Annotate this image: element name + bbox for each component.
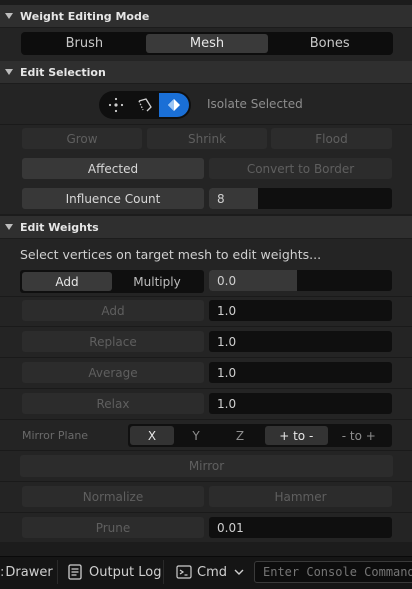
- output-log-button[interactable]: Output Log: [68, 556, 162, 588]
- direction-neg-to-pos[interactable]: - to +: [328, 426, 391, 445]
- relax-value-field[interactable]: 1.0: [209, 393, 392, 414]
- divider: [0, 388, 412, 389]
- section-header-weight-editing-mode[interactable]: Weight Editing Mode: [0, 5, 412, 27]
- grow-button[interactable]: Grow: [22, 128, 142, 149]
- convert-to-border-button[interactable]: Convert to Border: [209, 158, 392, 179]
- axis-x[interactable]: X: [130, 426, 174, 445]
- divider: [163, 560, 164, 584]
- direction-pos-to-neg[interactable]: + to -: [265, 426, 328, 445]
- replace-value: 1.0: [217, 334, 237, 349]
- mode-value: 0.0: [217, 273, 237, 288]
- shrink-button[interactable]: Shrink: [147, 128, 267, 149]
- divider: [0, 481, 412, 482]
- relax-button[interactable]: Relax: [22, 393, 204, 414]
- collapse-arrow-icon: [5, 69, 13, 75]
- operation-mode-switch: Add Multiply: [20, 270, 204, 293]
- panel-footer-spacer: [0, 543, 412, 556]
- cmd-label: Cmd: [197, 564, 227, 580]
- lasso-select-icon[interactable]: [130, 93, 159, 117]
- influence-count-field[interactable]: 8: [209, 188, 392, 209]
- weight-mode-switch: Brush Mesh Bones: [21, 32, 393, 55]
- section-title: Edit Weights: [20, 220, 99, 234]
- affected-button[interactable]: Affected: [22, 158, 204, 179]
- chevron-down-icon: [234, 569, 244, 575]
- terminal-icon: [176, 565, 192, 579]
- mirror-button[interactable]: Mirror: [20, 455, 393, 477]
- divider: [0, 512, 412, 513]
- mirror-plane-switch: X Y Z + to - - to +: [128, 424, 392, 447]
- drawer-separator-icon: :: [0, 564, 5, 580]
- section-title: Weight Editing Mode: [20, 9, 150, 23]
- relax-value: 1.0: [217, 396, 237, 411]
- axis-z[interactable]: Z: [218, 426, 262, 445]
- flood-button[interactable]: Flood: [271, 128, 392, 149]
- divider: [0, 326, 412, 327]
- tab-mesh[interactable]: Mesh: [145, 34, 269, 53]
- output-log-icon: [68, 564, 82, 580]
- average-value-field[interactable]: 1.0: [209, 362, 392, 383]
- vertex-select-icon[interactable]: [101, 93, 130, 117]
- face-select-icon[interactable]: [159, 93, 189, 117]
- prune-value-field[interactable]: 0.01: [209, 517, 392, 538]
- influence-count-label: Influence Count: [22, 188, 204, 209]
- edit-weights-hint: Select vertices on target mesh to edit w…: [20, 247, 322, 262]
- content-drawer-button[interactable]: : Drawer: [0, 556, 53, 588]
- divider: [0, 357, 412, 358]
- collapse-arrow-icon: [5, 13, 13, 19]
- selection-tool-group: [99, 91, 191, 119]
- normalize-button[interactable]: Normalize: [22, 486, 204, 507]
- influence-count-value: 8: [217, 191, 225, 206]
- divider: [0, 124, 412, 125]
- add-value: 1.0: [217, 303, 237, 318]
- add-button[interactable]: Add: [22, 300, 204, 321]
- section-title: Edit Selection: [20, 65, 106, 79]
- mode-value-field[interactable]: 0.0: [209, 270, 392, 291]
- divider: [0, 450, 412, 451]
- average-value: 1.0: [217, 365, 237, 380]
- axis-y[interactable]: Y: [174, 426, 218, 445]
- divider: [0, 296, 412, 297]
- section-header-edit-selection[interactable]: Edit Selection: [0, 61, 412, 83]
- mode-multiply[interactable]: Multiply: [112, 272, 202, 291]
- prune-value: 0.01: [217, 520, 244, 535]
- collapse-arrow-icon: [5, 224, 13, 230]
- hammer-button[interactable]: Hammer: [209, 486, 392, 507]
- drawer-label: Drawer: [5, 564, 53, 580]
- cmd-dropdown[interactable]: Cmd: [176, 556, 244, 588]
- mirror-plane-label: Mirror Plane: [22, 429, 89, 442]
- divider: [57, 560, 58, 584]
- section-header-edit-weights[interactable]: Edit Weights: [0, 216, 412, 238]
- prune-button[interactable]: Prune: [22, 517, 204, 538]
- isolate-selected-label[interactable]: Isolate Selected: [207, 97, 303, 111]
- add-value-field[interactable]: 1.0: [209, 300, 392, 321]
- mode-add[interactable]: Add: [22, 272, 112, 291]
- tab-bones[interactable]: Bones: [268, 34, 391, 53]
- divider: [0, 419, 412, 420]
- output-log-label: Output Log: [89, 564, 162, 580]
- replace-button[interactable]: Replace: [22, 331, 204, 352]
- tab-brush[interactable]: Brush: [23, 34, 146, 53]
- average-button[interactable]: Average: [22, 362, 204, 383]
- console-command-input[interactable]: [254, 561, 412, 583]
- replace-value-field[interactable]: 1.0: [209, 331, 392, 352]
